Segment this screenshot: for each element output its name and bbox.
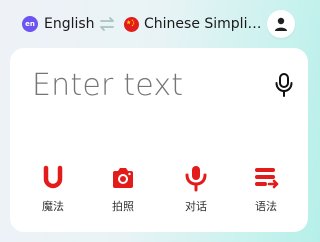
profile-button[interactable]	[267, 10, 295, 38]
conversation-mic-icon	[185, 166, 207, 192]
microphone-icon[interactable]	[274, 72, 294, 98]
source-language-label: English	[44, 16, 95, 32]
target-language-label: Chinese Simpli…	[144, 16, 262, 32]
magic-icon	[43, 165, 63, 189]
camera-icon	[113, 168, 133, 188]
text-input[interactable]	[32, 68, 252, 102]
swap-languages-icon[interactable]	[98, 14, 116, 34]
tool-label: 语法	[255, 200, 277, 213]
target-language-selector[interactable]: Chinese Simpli…	[124, 12, 261, 36]
grammar-icon	[255, 168, 279, 189]
china-flag-icon	[124, 16, 139, 32]
english-badge-icon: en	[22, 16, 38, 32]
tool-conversation[interactable]: 对话	[174, 164, 218, 220]
user-icon	[275, 17, 287, 31]
tool-label: 魔法	[42, 200, 64, 213]
source-language-selector[interactable]: en English	[22, 12, 95, 36]
tool-magic[interactable]: 魔法	[31, 164, 75, 220]
top-bar: en English Chinese Simpli…	[0, 0, 320, 48]
tools-bar: 魔法 拍照 对话 语法	[10, 164, 308, 224]
tool-camera[interactable]: 拍照	[101, 164, 145, 220]
translation-card: 魔法 拍照 对话	[10, 48, 308, 232]
tool-label: 拍照	[112, 200, 134, 213]
tool-label: 对话	[185, 200, 207, 213]
tool-grammar[interactable]: 语法	[244, 164, 288, 220]
